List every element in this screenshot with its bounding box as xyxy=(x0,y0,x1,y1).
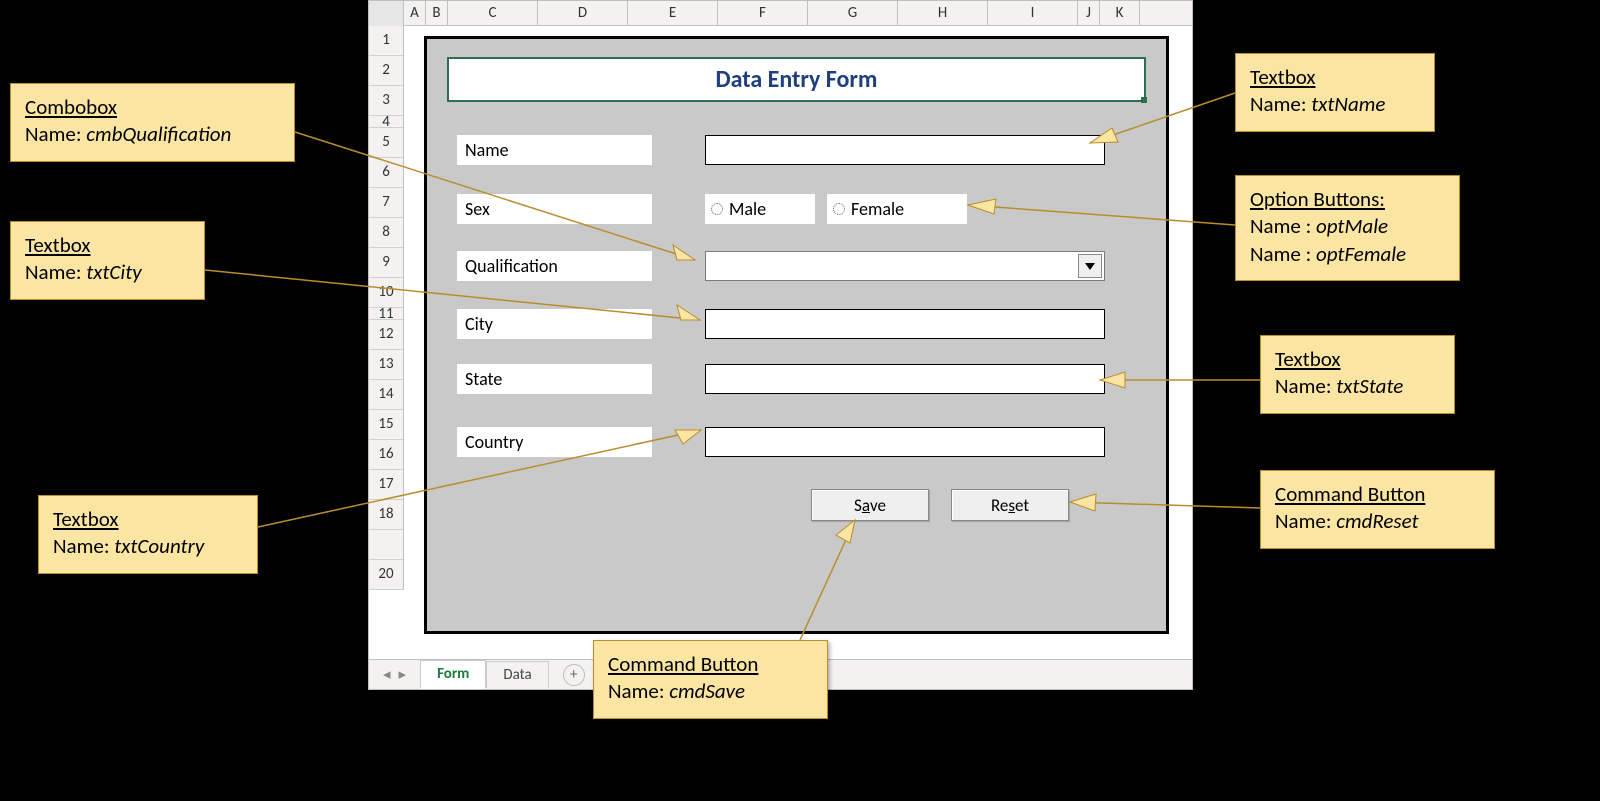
data-entry-form-panel: Data Entry Form Name Sex Male Female Qua… xyxy=(424,36,1169,634)
callout-title: Textbox xyxy=(1275,346,1440,373)
label-country: Country xyxy=(457,427,652,457)
radio-circle-icon xyxy=(711,203,723,215)
row-header[interactable]: 13 xyxy=(369,350,403,380)
callout-title: Command Button xyxy=(608,651,813,678)
callout-option-buttons: Option Buttons: Name : optMale Name : op… xyxy=(1235,175,1460,281)
row-header[interactable]: 18 xyxy=(369,500,403,530)
callout-title: Textbox xyxy=(1250,64,1420,91)
col-header[interactable]: H xyxy=(898,1,988,25)
row-header[interactable]: 9 xyxy=(369,248,403,278)
col-header[interactable]: A xyxy=(404,1,426,25)
column-headers: ABCDEFGHIJK xyxy=(369,1,1192,26)
txt-state-input[interactable] xyxy=(705,364,1105,394)
txt-country-input[interactable] xyxy=(705,427,1105,457)
row-header[interactable]: 8 xyxy=(369,218,403,248)
row-header[interactable]: 12 xyxy=(369,320,403,350)
callout-txt-city: Textbox Name: txtCity xyxy=(10,221,205,300)
opt-male-label: Male xyxy=(729,198,766,220)
row-header[interactable]: 10 xyxy=(369,278,403,308)
form-title: Data Entry Form xyxy=(447,57,1146,102)
row-header[interactable]: 17 xyxy=(369,470,403,500)
select-all-corner[interactable] xyxy=(369,1,404,26)
row-header[interactable]: 4 xyxy=(369,116,403,128)
row-header[interactable]: 2 xyxy=(369,56,403,86)
row-headers: 12345678910111213141516171820 xyxy=(369,26,404,590)
col-header[interactable]: D xyxy=(538,1,628,25)
cmd-reset-button[interactable]: Reset xyxy=(951,489,1069,521)
callout-title: Command Button xyxy=(1275,481,1480,508)
tab-form[interactable]: Form xyxy=(420,660,486,689)
col-header[interactable]: F xyxy=(718,1,808,25)
row-header[interactable]: 20 xyxy=(369,560,403,590)
callout-cmd-save: Command Button Name: cmdSave xyxy=(593,640,828,719)
col-header[interactable]: C xyxy=(448,1,538,25)
col-header[interactable]: E xyxy=(628,1,718,25)
row-header[interactable]: 1 xyxy=(369,26,403,56)
callout-title: Textbox xyxy=(53,506,243,533)
row-header[interactable]: 5 xyxy=(369,128,403,158)
row-header[interactable]: 16 xyxy=(369,440,403,470)
tab-nav-prev-icon[interactable]: ◂ xyxy=(379,665,395,684)
label-sex: Sex xyxy=(457,194,652,224)
excel-window: ABCDEFGHIJK 1234567891011121314151617182… xyxy=(368,0,1193,690)
col-header[interactable]: G xyxy=(808,1,898,25)
label-city: City xyxy=(457,309,652,339)
row-header[interactable]: 6 xyxy=(369,158,403,188)
callout-cmb-qualification: Combobox Name: cmbQualification xyxy=(10,83,295,162)
opt-female-label: Female xyxy=(851,198,904,220)
row-header[interactable] xyxy=(369,530,403,560)
callout-cmd-reset: Command Button Name: cmdReset xyxy=(1260,470,1495,549)
row-header[interactable]: 7 xyxy=(369,188,403,218)
callout-title: Combobox xyxy=(25,94,280,121)
opt-male[interactable]: Male xyxy=(705,194,815,224)
label-qualification: Qualification xyxy=(457,251,652,281)
callout-txt-country: Textbox Name: txtCountry xyxy=(38,495,258,574)
cmd-save-button[interactable]: Save xyxy=(811,489,929,521)
row-header[interactable]: 14 xyxy=(369,380,403,410)
callout-txt-state: Textbox Name: txtState xyxy=(1260,335,1455,414)
callout-title: Option Buttons: xyxy=(1250,186,1445,213)
tab-nav-next-icon[interactable]: ▸ xyxy=(395,665,411,684)
col-header[interactable]: I xyxy=(988,1,1078,25)
label-name: Name xyxy=(457,135,652,165)
opt-female[interactable]: Female xyxy=(827,194,967,224)
callout-title: Textbox xyxy=(25,232,190,259)
add-sheet-icon[interactable]: + xyxy=(563,664,585,686)
radio-circle-icon xyxy=(833,203,845,215)
col-header[interactable]: J xyxy=(1078,1,1100,25)
txt-name-input[interactable] xyxy=(705,135,1105,165)
row-header[interactable]: 15 xyxy=(369,410,403,440)
col-header[interactable]: K xyxy=(1100,1,1140,25)
tab-data[interactable]: Data xyxy=(486,661,548,688)
label-state: State xyxy=(457,364,652,394)
col-header[interactable]: B xyxy=(426,1,448,25)
chevron-down-icon[interactable] xyxy=(1078,254,1102,278)
txt-city-input[interactable] xyxy=(705,309,1105,339)
row-header[interactable]: 11 xyxy=(369,308,403,320)
cmb-qualification[interactable] xyxy=(705,251,1105,281)
row-header[interactable]: 3 xyxy=(369,86,403,116)
callout-txt-name: Textbox Name: txtName xyxy=(1235,53,1435,132)
